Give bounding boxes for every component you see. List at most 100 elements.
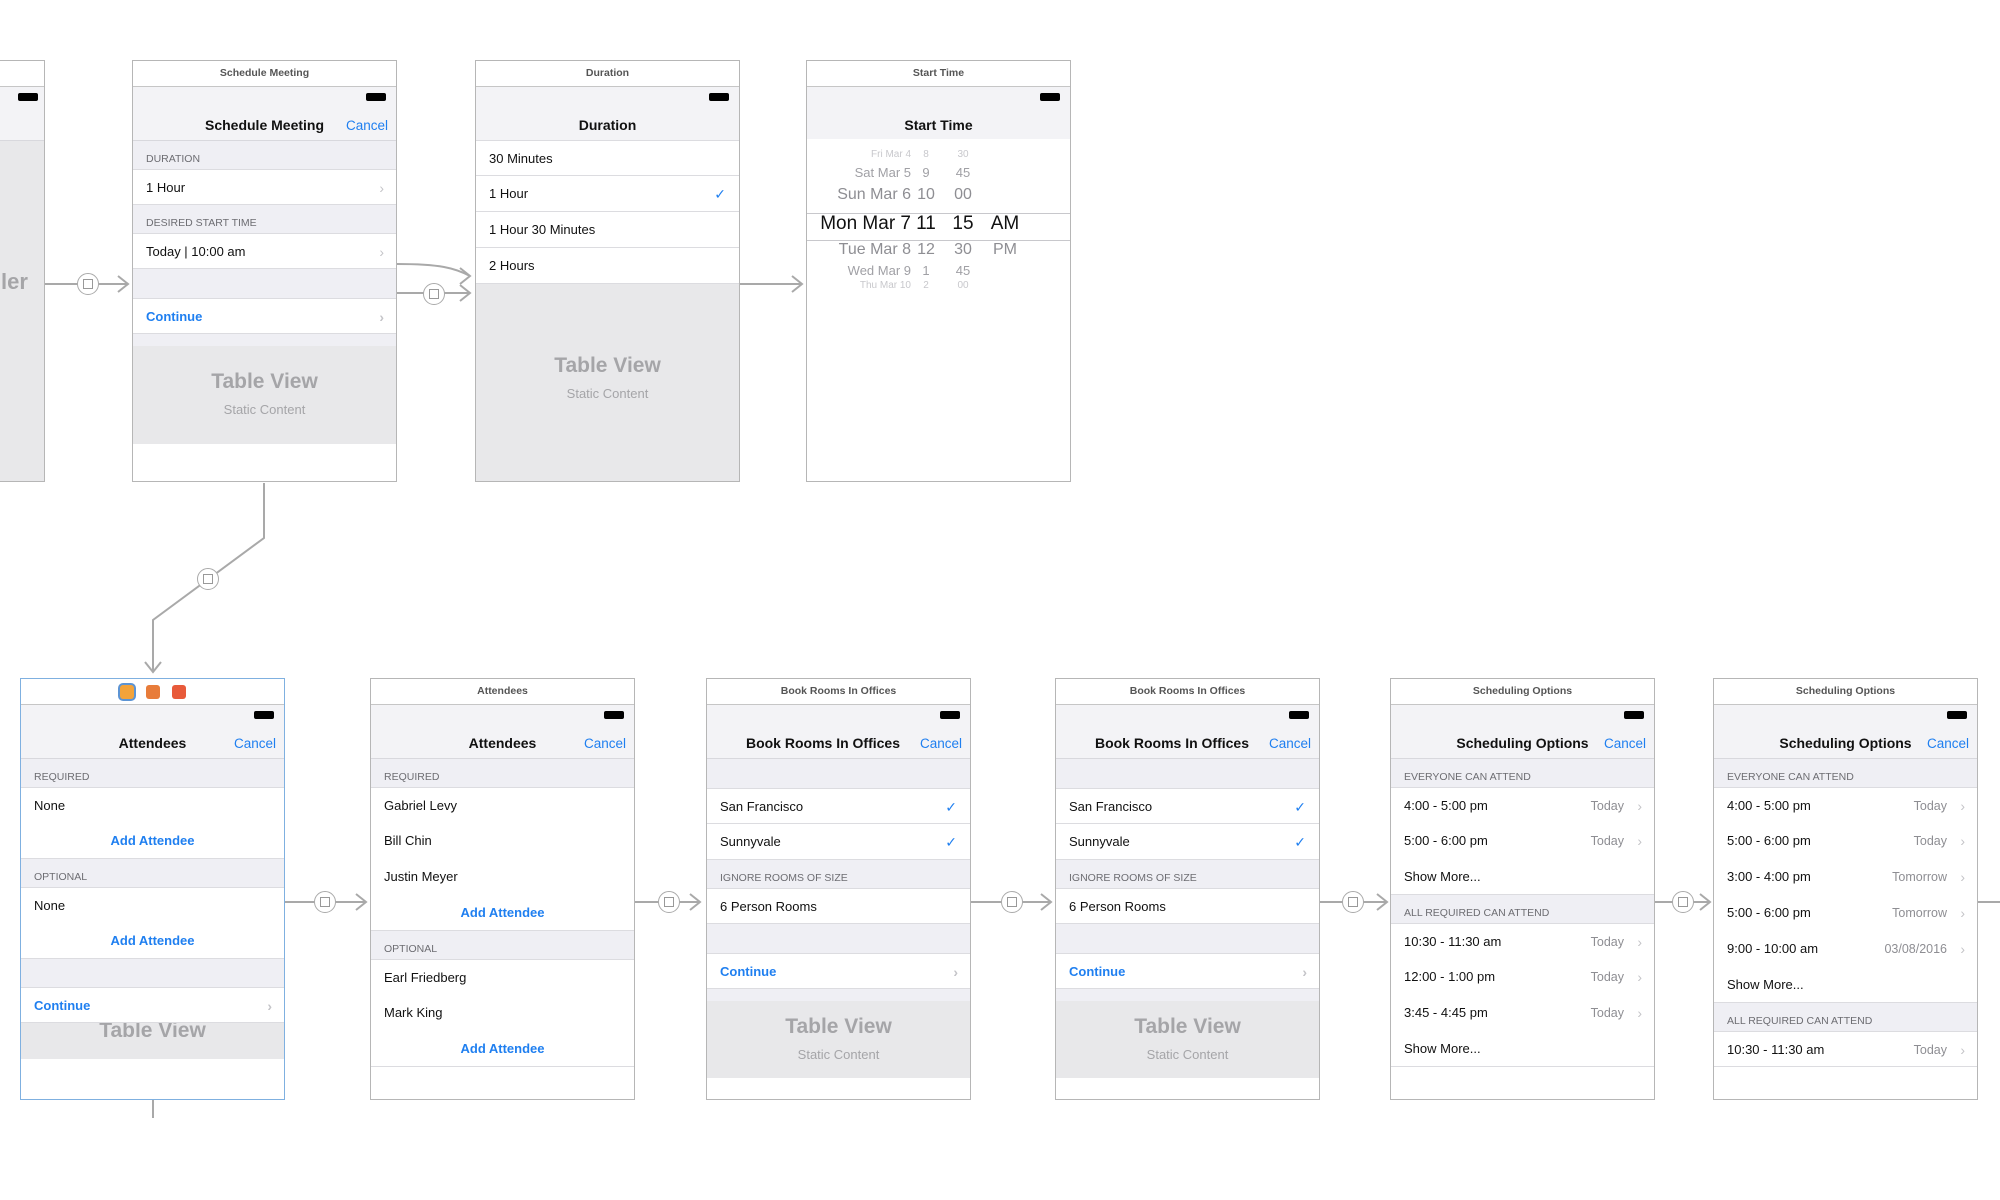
time-slot-row[interactable]: 5:00 - 6:00 pm Today › — [1391, 823, 1654, 859]
show-more-row[interactable]: Show More... — [1391, 859, 1654, 895]
book-rooms-scene[interactable]: Book Rooms In Offices Book Rooms In Offi… — [1055, 678, 1320, 1100]
time-slot-row[interactable]: 3:45 - 4:45 pm Today › — [1391, 995, 1654, 1031]
checkmark-icon: ✓ — [714, 186, 726, 202]
add-attendee-button[interactable]: Add Attendee — [21, 923, 284, 959]
attendee-row[interactable]: Earl Friedberg — [371, 959, 634, 995]
cancel-button[interactable]: Cancel — [1927, 736, 1969, 751]
office-name: San Francisco — [1069, 799, 1153, 814]
duration-option-row[interactable]: 1 Hour 30 Minutes — [476, 212, 739, 248]
office-row[interactable]: San Francisco ✓ — [707, 788, 970, 824]
attendee-name: None — [34, 898, 66, 913]
picker-hour: 2 — [923, 280, 929, 291]
section-header-ignore-rooms: IGNORE ROOMS OF SIZE — [720, 872, 848, 884]
room-size-row[interactable]: 6 Person Rooms — [707, 888, 970, 924]
exit-icon[interactable] — [171, 684, 186, 699]
partial-scene[interactable]: ler — [0, 60, 45, 482]
continue-row[interactable]: Continue › — [707, 953, 970, 989]
status-bar — [371, 705, 634, 731]
chevron-right-icon: › — [1960, 941, 1965, 957]
time-slot-row[interactable]: 5:00 - 6:00 pm Tomorrow › — [1714, 895, 1977, 931]
book-rooms-scene[interactable]: Book Rooms In Offices Book Rooms In Offi… — [706, 678, 971, 1100]
picker-row[interactable]: Sat Mar 5 9 45 — [807, 165, 1070, 182]
attendee-row[interactable]: Mark King — [371, 995, 634, 1031]
continue-row[interactable]: Continue › — [21, 987, 284, 1023]
segue-show-icon[interactable] — [197, 568, 219, 590]
attendee-row[interactable]: None — [21, 887, 284, 923]
first-responder-icon[interactable] — [145, 684, 160, 699]
room-size-row[interactable]: 6 Person Rooms — [1056, 888, 1319, 924]
static-content-label: Static Content — [1146, 1047, 1229, 1062]
start-time-scene[interactable]: Start Time Start Time Fri Mar 4 8 30 Sat Ma… — [806, 60, 1071, 482]
start-time-row[interactable]: Today | 10:00 am › — [133, 233, 396, 269]
slot-day: Today — [1913, 799, 1947, 813]
time-slot-row[interactable]: 4:00 - 5:00 pm Today › — [1391, 787, 1654, 823]
slot-day: Today — [1590, 834, 1624, 848]
add-attendee-button[interactable]: Add Attendee — [371, 1031, 634, 1067]
segue-show-icon[interactable] — [314, 891, 336, 913]
show-more-label: Show More... — [1404, 1041, 1481, 1056]
cancel-button[interactable]: Cancel — [920, 736, 962, 751]
duration-scene[interactable]: Duration Duration 30 Minutes 1 Hour ✓ 1 H… — [475, 60, 740, 482]
continue-row[interactable]: Continue › — [1056, 953, 1319, 989]
duration-row[interactable]: 1 Hour › — [133, 169, 396, 205]
time-slot-row[interactable]: 4:00 - 5:00 pm Today › — [1714, 787, 1977, 823]
time-slot-row[interactable]: 5:00 - 6:00 pm Today › — [1714, 823, 1977, 859]
attendee-row[interactable]: Justin Meyer — [371, 859, 634, 895]
add-attendee-button[interactable]: Add Attendee — [371, 895, 634, 931]
status-bar — [1056, 705, 1319, 731]
time-slot-row[interactable]: 10:30 - 11:30 am Today › — [1714, 1031, 1977, 1067]
time-slot-row[interactable]: 9:00 - 10:00 am 03/08/2016 › — [1714, 931, 1977, 967]
storyboard-canvas[interactable]: ler Schedule Meeting Schedule Meeting Ca… — [0, 0, 2000, 1200]
office-row[interactable]: San Francisco ✓ — [1056, 788, 1319, 824]
slot-time: 5:00 - 6:00 pm — [1727, 905, 1811, 920]
continue-row[interactable]: Continue › — [133, 298, 396, 334]
scene-title: Book Rooms In Offices — [1056, 679, 1319, 705]
scene-title: Start Time — [807, 61, 1070, 87]
cancel-button[interactable]: Cancel — [234, 736, 276, 751]
attendee-row[interactable]: Gabriel Levy — [371, 787, 634, 823]
show-more-row[interactable]: Show More... — [1391, 1031, 1654, 1067]
duration-option-row[interactable]: 30 Minutes — [476, 140, 739, 176]
cancel-button[interactable]: Cancel — [1269, 736, 1311, 751]
section-header-everyone: EVERYONE CAN ATTEND — [1404, 771, 1531, 783]
section-header-duration: DURATION — [146, 153, 201, 165]
cancel-button[interactable]: Cancel — [346, 118, 388, 133]
picker-row[interactable]: Sun Mar 6 10 00 — [807, 186, 1070, 206]
picker-row[interactable]: Wed Mar 9 1 45 — [807, 263, 1070, 280]
show-more-row[interactable]: Show More... — [1714, 967, 1977, 1003]
attendees-scene[interactable]: Attendees Cancel REQUIRED None Add Atten… — [20, 678, 285, 1100]
add-attendee-button[interactable]: Add Attendee — [21, 823, 284, 859]
time-slot-row[interactable]: 10:30 - 11:30 am Today › — [1391, 923, 1654, 959]
segue-show-icon[interactable] — [1342, 891, 1364, 913]
option-label: 1 Hour 30 Minutes — [489, 222, 596, 237]
attendees-filled-scene[interactable]: Attendees Attendees Cancel REQUIRED Gabr… — [370, 678, 635, 1100]
segue-root-icon[interactable] — [77, 273, 99, 295]
office-row[interactable]: Sunnyvale ✓ — [1056, 824, 1319, 860]
scheduling-options-scene[interactable]: Scheduling Options Scheduling Options Ca… — [1390, 678, 1655, 1100]
segue-show-icon[interactable] — [1001, 891, 1023, 913]
attendee-row[interactable]: Bill Chin — [371, 823, 634, 859]
time-slot-row[interactable]: 12:00 - 1:00 pm Today › — [1391, 959, 1654, 995]
segue-show-icon[interactable] — [423, 283, 445, 305]
date-time-picker[interactable]: Fri Mar 4 8 30 Sat Mar 5 9 45 Sun Mar 6 10 00 Mon… — [807, 139, 1070, 291]
cancel-button[interactable]: Cancel — [584, 736, 626, 751]
duration-option-row[interactable]: 2 Hours — [476, 248, 739, 284]
picker-row[interactable]: Fri Mar 4 8 30 — [807, 149, 1070, 163]
picker-row[interactable]: Tue Mar 8 12 30 PM — [807, 241, 1070, 261]
scheduling-options-expanded-scene[interactable]: Scheduling Options Scheduling Options Ca… — [1713, 678, 1978, 1100]
attendee-row[interactable]: None — [21, 787, 284, 823]
time-slot-row[interactable]: 3:00 - 4:00 pm Tomorrow › — [1714, 859, 1977, 895]
schedule-meeting-scene[interactable]: Schedule Meeting Schedule Meeting Cancel… — [132, 60, 397, 482]
slot-day: Today — [1913, 1043, 1947, 1057]
picker-date: Thu Mar 10 — [859, 280, 911, 291]
segue-show-icon[interactable] — [658, 891, 680, 913]
duration-option-row[interactable]: 1 Hour ✓ — [476, 176, 739, 212]
segue-show-icon[interactable] — [1672, 891, 1694, 913]
view-controller-icon[interactable] — [119, 684, 134, 699]
picker-row[interactable]: Thu Mar 10 2 00 — [807, 280, 1070, 294]
picker-row[interactable]: Mon Mar 7 11 15 AM — [807, 213, 1070, 236]
office-row[interactable]: Sunnyvale ✓ — [707, 824, 970, 860]
cancel-button[interactable]: Cancel — [1604, 736, 1646, 751]
checkmark-icon: ✓ — [945, 799, 957, 815]
chevron-right-icon: › — [953, 964, 958, 980]
